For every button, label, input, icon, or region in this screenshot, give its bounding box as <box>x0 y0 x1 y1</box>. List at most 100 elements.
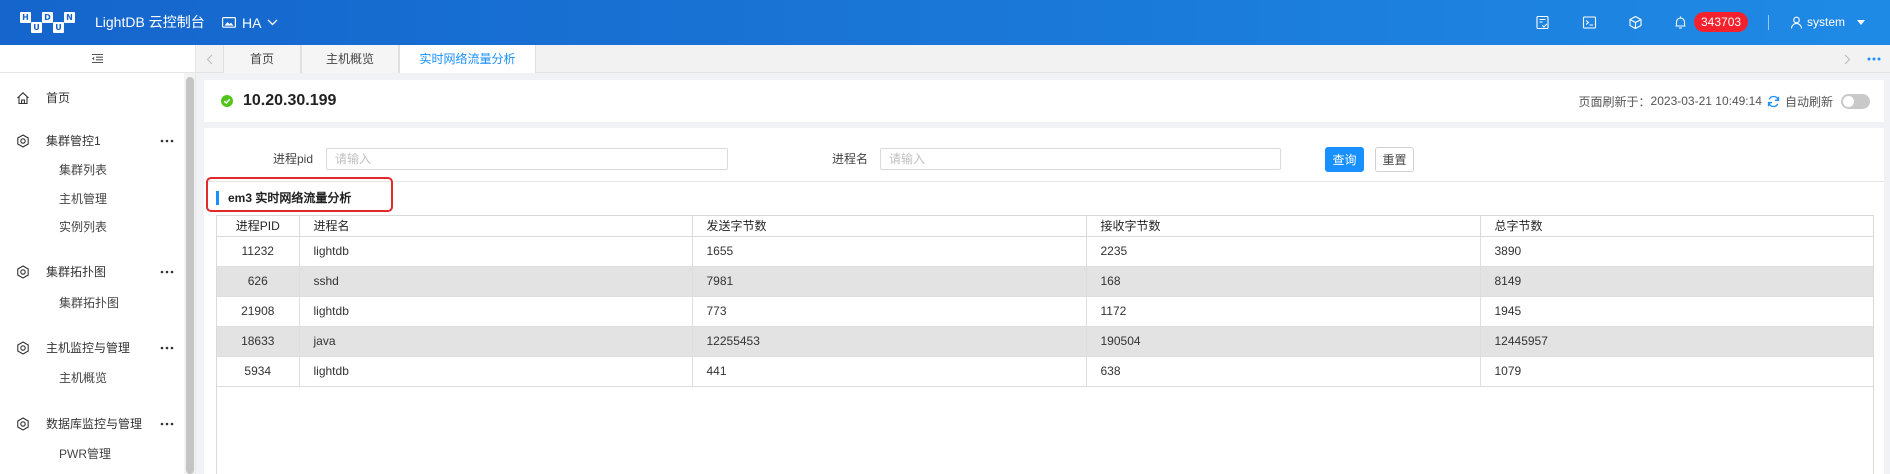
bell-icon[interactable] <box>1673 15 1688 30</box>
bytes-received-cell: 190504 <box>1086 326 1481 357</box>
query-button[interactable]: 查询 <box>1325 147 1364 172</box>
tab-home[interactable]: 首页 <box>223 45 301 73</box>
chevron-right-icon[interactable] <box>1836 45 1858 73</box>
more-icon[interactable] <box>160 346 174 350</box>
table-row: 21908 lightdb 773 1172 1945 <box>217 296 1873 327</box>
pid-cell[interactable]: 21908 <box>217 296 300 327</box>
sidebar-item-label: 首页 <box>46 91 71 105</box>
auto-refresh-toggle[interactable] <box>1841 93 1870 109</box>
column-header-process-name: 进程名 <box>299 216 693 237</box>
refresh-status: 页面刷新于： 2023-03-21 10:49:14 自动刷新 <box>1579 80 1870 122</box>
tab-host-overview[interactable]: 主机概览 <box>301 45 399 73</box>
setting-icon <box>16 265 30 279</box>
bytes-sent-cell: 1655 <box>692 236 1087 267</box>
bytes-sent-cell: 12255453 <box>692 326 1087 357</box>
table-row: 18633 java 12255453 190504 12445957 <box>217 326 1873 357</box>
sidebar-item-topology[interactable]: 集群拓扑图 <box>59 289 179 317</box>
more-icon[interactable] <box>160 422 174 426</box>
sidebar-item-host-overview[interactable]: 主机概览 <box>59 364 179 392</box>
cluster-name: HA <box>242 14 262 31</box>
cluster-selector[interactable]: HA <box>222 0 278 45</box>
logo-letter: U <box>31 22 42 33</box>
process-name-cell: lightdb <box>299 296 693 327</box>
check-circle-icon <box>221 95 233 107</box>
process-name-input[interactable] <box>880 148 1281 170</box>
home-icon <box>16 91 30 105</box>
bytes-sent-cell: 441 <box>692 356 1087 387</box>
sidebar-item-label: 集群拓扑图 <box>46 265 107 279</box>
menu-fold-icon[interactable] <box>91 53 104 64</box>
user-icon[interactable] <box>1790 16 1803 29</box>
divider <box>207 181 1884 182</box>
bytes-received-cell: 168 <box>1086 266 1481 297</box>
pid-input[interactable] <box>326 148 728 170</box>
sidebar-group-cluster-control[interactable]: 集群管控1 <box>0 127 184 155</box>
sidebar-collapse-toggle[interactable] <box>0 45 195 73</box>
bytes-total-cell: 3890 <box>1480 236 1873 267</box>
traffic-card: 进程pid 进程名 查询 重置 em3 实时网络流量分析 进程PID 进程名 发… <box>204 128 1884 474</box>
desktop-icon <box>222 16 236 29</box>
toggle-knob <box>1843 95 1854 107</box>
sidebar-item-home[interactable]: 首页 <box>0 84 184 112</box>
auto-refresh-label: 自动刷新 <box>1784 94 1833 109</box>
chevron-left-icon[interactable] <box>196 45 223 73</box>
more-icon[interactable] <box>160 270 174 274</box>
table-row: 5934 lightdb 441 638 1079 <box>217 356 1873 387</box>
logo-letter: D <box>42 12 53 23</box>
host-ip: 10.20.30.199 <box>243 92 337 109</box>
brand-logo[interactable]: H U D U N <box>20 11 76 34</box>
chevron-down-icon <box>267 19 278 26</box>
bytes-sent-cell: 773 <box>692 296 1087 327</box>
sidebar-group-host-monitoring[interactable]: 主机监控与管理 <box>0 334 184 362</box>
process-name-label: 进程名 <box>831 152 868 166</box>
column-header-pid: 进程PID <box>217 216 300 237</box>
sidebar-item-label: 数据库监控与管理 <box>46 417 143 431</box>
sidebar-item-host-management[interactable]: 主机管理 <box>59 185 179 213</box>
logo-letter: H <box>20 12 31 23</box>
tab-realtime-traffic[interactable]: 实时网络流量分析 <box>399 45 536 73</box>
pid-cell: 18633 <box>217 326 300 357</box>
table-row: 626 sshd 7981 168 8149 <box>217 266 1873 297</box>
header-divider <box>1768 15 1769 30</box>
report-icon[interactable] <box>1535 15 1550 30</box>
sidebar-item-cluster-list[interactable]: 集群列表 <box>59 156 179 184</box>
refresh-time: 2023-03-21 10:49:14 <box>1650 94 1762 108</box>
logo-letter: N <box>64 12 75 23</box>
column-header-bytes-received: 接收字节数 <box>1086 216 1481 237</box>
column-header-bytes-sent: 发送字节数 <box>692 216 1087 237</box>
host-info-card: 10.20.30.199 页面刷新于： 2023-03-21 10:49:14 … <box>204 80 1884 122</box>
cube-icon[interactable] <box>1628 15 1643 30</box>
app-title: LightDB 云控制台 <box>95 14 205 30</box>
highlight-annotation-box <box>206 177 393 212</box>
sidebar-item-pwr-management[interactable]: PWR管理 <box>59 440 179 468</box>
caret-down-icon[interactable] <box>1857 20 1865 25</box>
sidebar: 首页 集群管控1 集群列表 主机管理 实例列表 集群拓扑图 集群拓扑图 主机监控… <box>0 45 196 474</box>
pid-cell[interactable]: 11232 <box>217 236 300 267</box>
pid-cell[interactable]: 5934 <box>217 356 300 387</box>
pid-cell: 626 <box>217 266 300 297</box>
table-header-row: 进程PID 进程名 发送字节数 接收字节数 总字节数 <box>217 216 1873 237</box>
sidebar-item-label: 集群管控1 <box>46 134 101 148</box>
reset-button[interactable]: 重置 <box>1375 147 1414 172</box>
more-icon[interactable] <box>160 139 174 143</box>
sidebar-group-cluster-topology[interactable]: 集群拓扑图 <box>0 258 184 286</box>
sidebar-item-label: 主机监控与管理 <box>46 341 131 355</box>
sidebar-item-instance-list[interactable]: 实例列表 <box>59 213 179 241</box>
refresh-icon[interactable] <box>1767 95 1780 108</box>
more-icon[interactable] <box>1860 45 1888 73</box>
tab-bar: 首页 主机概览 实时网络流量分析 <box>196 45 1890 73</box>
traffic-table: 进程PID 进程名 发送字节数 接收字节数 总字节数 11232 lightdb… <box>217 216 1873 387</box>
process-name-cell: java <box>299 326 693 357</box>
process-name-cell: sshd <box>299 266 693 297</box>
bytes-total-cell: 12445957 <box>1480 326 1873 357</box>
terminal-icon[interactable] <box>1582 15 1597 30</box>
bytes-received-cell: 638 <box>1086 356 1481 387</box>
notification-badge[interactable]: 343703 <box>1694 12 1749 32</box>
process-name-cell: lightdb <box>299 236 693 267</box>
setting-icon <box>16 341 30 355</box>
username[interactable]: system <box>1807 0 1845 45</box>
sidebar-group-db-monitoring[interactable]: 数据库监控与管理 <box>0 410 184 438</box>
logo-letter: U <box>53 22 64 33</box>
sidebar-scrollbar-thumb[interactable] <box>186 77 194 474</box>
setting-icon <box>16 417 30 431</box>
